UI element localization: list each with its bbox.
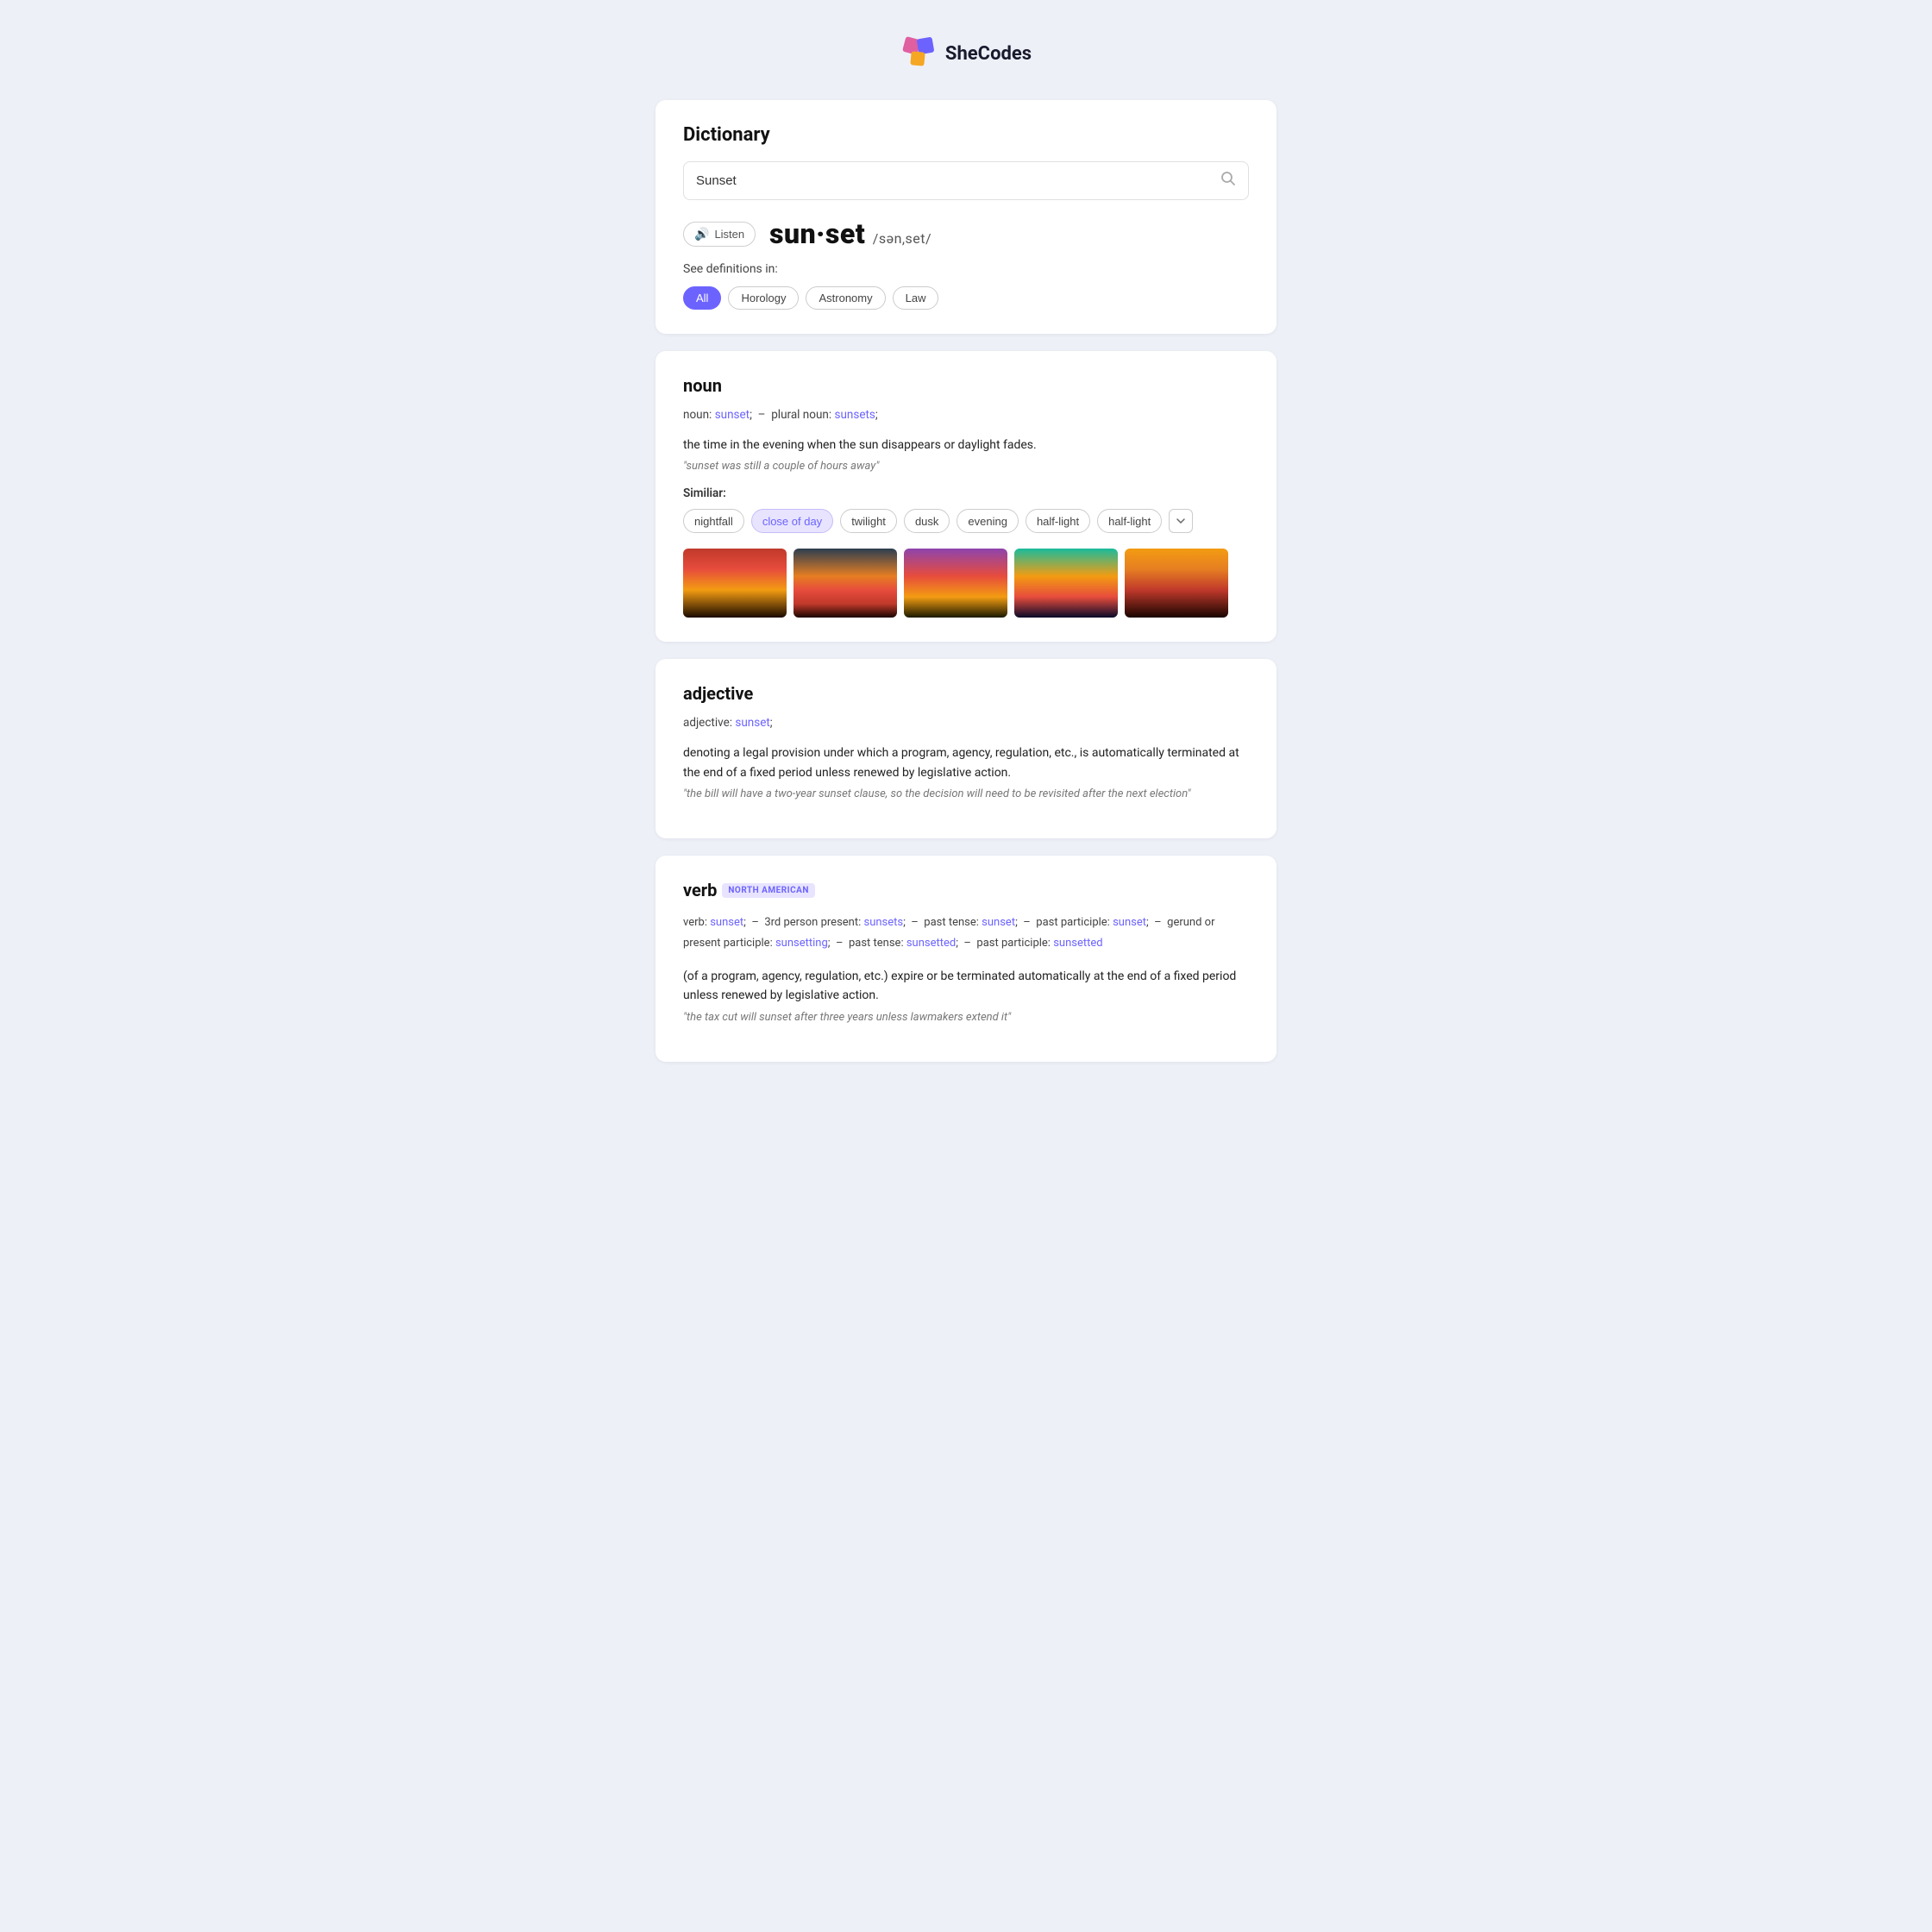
similar-tag-evening[interactable]: evening: [957, 509, 1019, 533]
definitions-label: See definitions in:: [683, 262, 1249, 276]
verb-past2-link[interactable]: sunsetted: [906, 937, 956, 950]
tag-horology[interactable]: Horology: [728, 286, 799, 310]
verb-example: "the tax cut will sunset after three yea…: [683, 1011, 1249, 1024]
adjective-meta: adjective: sunset;: [683, 716, 1249, 730]
tag-all[interactable]: All: [683, 286, 721, 310]
logo-text: SheCodes: [945, 43, 1032, 65]
sunset-image-4: [1014, 549, 1118, 618]
logo: SheCodes: [900, 34, 1032, 72]
sunset-image-5: [1125, 549, 1228, 618]
noun-link[interactable]: sunset: [715, 408, 750, 422]
verb-link[interactable]: sunset: [710, 916, 743, 929]
similar-tags: nightfall close of day twilight dusk eve…: [683, 509, 1249, 533]
verb-title: verb: [683, 880, 717, 900]
adjective-example: "the bill will have a two-year sunset cl…: [683, 787, 1249, 800]
search-icon: [1220, 171, 1236, 186]
dictionary-card: Dictionary 🔊 Listen sun·set /sən,set/ Se…: [656, 100, 1276, 334]
noun-title: noun: [683, 375, 1249, 396]
similar-tag-twilight[interactable]: twilight: [840, 509, 897, 533]
verb-past2-label: past tense:: [849, 937, 904, 950]
similar-tag-close-of-day[interactable]: close of day: [751, 509, 833, 533]
plural-link[interactable]: sunsets: [835, 408, 875, 422]
listen-label: Listen: [714, 228, 744, 241]
verb-past-part-label: past participle:: [1036, 916, 1110, 929]
plural-label: plural noun:: [771, 408, 831, 422]
listen-button[interactable]: 🔊 Listen: [683, 222, 756, 247]
search-input[interactable]: [696, 173, 1220, 188]
verb-3rd-label: 3rd person present:: [764, 916, 861, 929]
adj-link[interactable]: sunset: [735, 716, 769, 730]
noun-meta-label: noun:: [683, 408, 712, 422]
verb-definition: (of a program, agency, regulation, etc.)…: [683, 967, 1249, 1006]
adjective-title: adjective: [683, 683, 1249, 704]
sunset-images: [683, 549, 1249, 618]
verb-past-link[interactable]: sunset: [982, 916, 1015, 929]
word-display: sun·set /sən,set/: [769, 217, 932, 250]
verb-label: verb:: [683, 916, 707, 929]
noun-definition: the time in the evening when the sun dis…: [683, 436, 1249, 455]
verb-past-part2-link[interactable]: sunsetted: [1053, 937, 1102, 950]
verb-past-part2-label: past participle:: [976, 937, 1051, 950]
noun-card: noun noun: sunset; – plural noun: sunset…: [656, 351, 1276, 642]
noun-example: "sunset was still a couple of hours away…: [683, 460, 1249, 473]
search-box: [683, 161, 1249, 200]
verb-past-label: past tense:: [924, 916, 979, 929]
speaker-icon: 🔊: [694, 227, 709, 242]
word-phonetic: /sən,set/: [873, 230, 932, 247]
sunset-image-3: [904, 549, 1007, 618]
adj-label: adjective:: [683, 716, 732, 730]
adjective-definition: denoting a legal provision under which a…: [683, 743, 1249, 782]
dictionary-title: Dictionary: [683, 124, 1249, 146]
sunset-image-2: [794, 549, 897, 618]
similar-tag-half-light-1[interactable]: half-light: [1026, 509, 1090, 533]
verb-gerund-link[interactable]: sunsetting: [775, 937, 828, 950]
verb-past-part-link[interactable]: sunset: [1113, 916, 1146, 929]
verb-meta: verb: sunset; – 3rd person present: suns…: [683, 913, 1249, 953]
word-text: sun·set: [769, 217, 865, 250]
tag-astronomy[interactable]: Astronomy: [806, 286, 885, 310]
tag-law[interactable]: Law: [893, 286, 939, 310]
similar-label: Similiar:: [683, 486, 1249, 500]
search-button[interactable]: [1220, 171, 1236, 191]
similar-tag-half-light-2[interactable]: half-light: [1097, 509, 1162, 533]
header: SheCodes: [17, 34, 1915, 72]
chevron-down-icon: [1176, 516, 1186, 526]
main-content: Dictionary 🔊 Listen sun·set /sən,set/ Se…: [656, 100, 1276, 1062]
logo-icon: [900, 34, 938, 72]
north-american-badge: NORTH AMERICAN: [722, 883, 815, 898]
noun-meta: noun: sunset; – plural noun: sunsets;: [683, 408, 1249, 422]
sunset-image-1: [683, 549, 787, 618]
category-tags: All Horology Astronomy Law: [683, 286, 1249, 310]
word-header: 🔊 Listen sun·set /sən,set/: [683, 217, 1249, 250]
adjective-card: adjective adjective: sunset; denoting a …: [656, 659, 1276, 838]
verb-card: verb NORTH AMERICAN verb: sunset; – 3rd …: [656, 856, 1276, 1062]
similar-tag-nightfall[interactable]: nightfall: [683, 509, 744, 533]
verb-3rd-link[interactable]: sunsets: [863, 916, 903, 929]
similar-tag-dusk[interactable]: dusk: [904, 509, 950, 533]
expand-similar-button[interactable]: [1169, 509, 1193, 533]
